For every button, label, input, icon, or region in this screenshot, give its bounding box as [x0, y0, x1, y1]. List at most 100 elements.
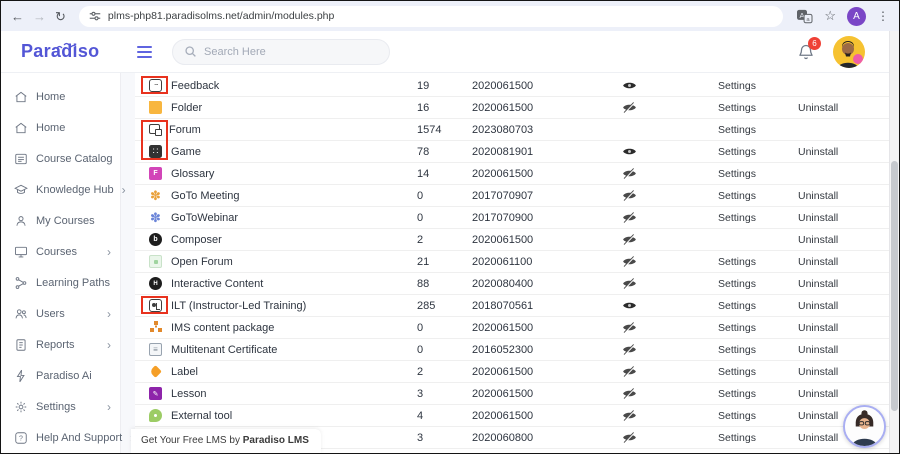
search-bar[interactable]: [172, 39, 390, 65]
home-icon: [14, 121, 28, 135]
forward-icon[interactable]: →: [33, 10, 46, 23]
path-nodes-icon: [14, 276, 28, 290]
table-row: Label22020061500SettingsUninstall: [135, 361, 889, 383]
table-row: GoTo Meeting02017070907SettingsUninstall: [135, 185, 889, 207]
table-row: Folder162020061500SettingsUninstall: [135, 97, 889, 119]
eye-slash-icon[interactable]: [622, 344, 718, 355]
sidebar-item-home[interactable]: Home: [1, 112, 120, 143]
browser-chrome: ← → ↻ plms-php81.paradisolms.net/admin/m…: [1, 1, 899, 31]
refresh-icon[interactable]: ↻: [55, 10, 66, 23]
back-icon[interactable]: ←: [11, 10, 24, 23]
module-settings-link[interactable]: Settings: [718, 212, 798, 224]
sidebar-item-label: Paradiso Ai: [36, 370, 92, 382]
module-uninstall-link[interactable]: Uninstall: [798, 344, 889, 356]
chat-assistant-avatar[interactable]: [843, 405, 886, 448]
page-scrollbar[interactable]: [889, 31, 899, 453]
ims-icon: [149, 321, 162, 334]
sidebar-item-knowledge-hub[interactable]: Knowledge Hub›: [1, 174, 120, 205]
module-settings-link[interactable]: Settings: [718, 410, 798, 422]
promo-brand-link[interactable]: Paradiso LMS: [243, 435, 309, 446]
notifications-button[interactable]: 6: [797, 42, 815, 61]
module-uninstall-link[interactable]: Uninstall: [798, 322, 889, 334]
translate-icon[interactable]: Aa: [796, 9, 813, 24]
module-uninstall-link[interactable]: Uninstall: [798, 102, 889, 114]
module-settings-link[interactable]: Settings: [718, 432, 798, 444]
module-uninstall-link[interactable]: Uninstall: [798, 212, 889, 224]
sidebar-item-help-and-support[interactable]: ?Help And Support›: [1, 422, 120, 453]
home-icon: [14, 90, 28, 104]
sidebar-item-paradiso-ai[interactable]: Paradiso Ai: [1, 360, 120, 391]
scrollbar-thumb[interactable]: [891, 161, 898, 411]
eye-slash-icon[interactable]: [622, 278, 718, 289]
search-input[interactable]: [204, 46, 364, 58]
module-name: ILT (Instructor-Led Training): [171, 300, 306, 312]
eye-slash-icon[interactable]: [622, 322, 718, 333]
eye-icon[interactable]: [622, 146, 718, 157]
eye-slash-icon[interactable]: [622, 366, 718, 377]
browser-profile-avatar[interactable]: A: [847, 7, 866, 26]
lesson-icon: [149, 387, 162, 400]
eye-slash-icon[interactable]: [622, 256, 718, 267]
chevron-right-icon: ›: [107, 400, 111, 414]
chrome-actions: Aa ☆ A ⋮: [796, 7, 889, 26]
module-name: IMS content package: [171, 322, 274, 334]
module-settings-link[interactable]: Settings: [718, 366, 798, 378]
module-settings-link[interactable]: Settings: [718, 300, 798, 312]
eye-slash-icon[interactable]: [622, 168, 718, 179]
module-uninstall-link[interactable]: Uninstall: [798, 190, 889, 202]
module-name: External tool: [171, 410, 232, 422]
eye-slash-icon[interactable]: [622, 388, 718, 399]
module-settings-link[interactable]: Settings: [718, 146, 798, 158]
chevron-right-icon: ›: [107, 338, 111, 352]
module-settings-link[interactable]: Settings: [718, 80, 798, 92]
eye-slash-icon[interactable]: [622, 190, 718, 201]
eye-slash-icon[interactable]: [622, 410, 718, 421]
eye-slash-icon[interactable]: [622, 102, 718, 113]
module-settings-link[interactable]: Settings: [718, 168, 798, 180]
sidebar-item-courses[interactable]: Courses›: [1, 236, 120, 267]
url-bar[interactable]: plms-php81.paradisolms.net/admin/modules…: [79, 6, 783, 27]
module-uninstall-link[interactable]: Uninstall: [798, 146, 889, 158]
menu-toggle-icon[interactable]: [137, 46, 152, 58]
eye-icon[interactable]: [622, 300, 718, 311]
sidebar-item-label: Knowledge Hub: [36, 184, 114, 196]
site-info-icon[interactable]: [89, 10, 101, 22]
sidebar-item-label: Help And Support: [36, 432, 122, 444]
module-uninstall-link[interactable]: Uninstall: [798, 278, 889, 290]
module-settings-link[interactable]: Settings: [718, 102, 798, 114]
sidebar-item-settings[interactable]: Settings›: [1, 391, 120, 422]
eye-slash-icon[interactable]: [622, 234, 718, 245]
help-icon: ?: [14, 431, 28, 445]
module-version: 2018070561: [472, 300, 622, 312]
module-settings-link[interactable]: Settings: [718, 124, 798, 136]
sidebar-item-reports[interactable]: Reports›: [1, 329, 120, 360]
module-uninstall-link[interactable]: Uninstall: [798, 388, 889, 400]
sidebar-item-course-catalog[interactable]: Course Catalog: [1, 143, 120, 174]
sidebar-item-my-courses[interactable]: My Courses: [1, 205, 120, 236]
module-settings-link[interactable]: Settings: [718, 190, 798, 202]
paradiso-logo[interactable]: Paradiso: [21, 41, 125, 62]
sidebar-item-users[interactable]: Users›: [1, 298, 120, 329]
browser-menu-icon[interactable]: ⋮: [877, 9, 889, 23]
user-avatar[interactable]: [833, 36, 865, 68]
module-settings-link[interactable]: Settings: [718, 256, 798, 268]
sidebar-item-home[interactable]: Home: [1, 81, 120, 112]
eye-slash-icon[interactable]: [622, 212, 718, 223]
module-uninstall-link[interactable]: Uninstall: [798, 234, 889, 246]
module-uninstall-link[interactable]: Uninstall: [798, 256, 889, 268]
module-uninstall-link[interactable]: Uninstall: [798, 300, 889, 312]
module-settings-link[interactable]: Settings: [718, 322, 798, 334]
module-version: 2020061500: [472, 80, 622, 92]
module-name: Label: [171, 366, 198, 378]
eye-icon[interactable]: [622, 80, 718, 91]
bookmark-star-icon[interactable]: ☆: [824, 8, 836, 24]
certificate-icon: [149, 343, 162, 356]
eye-slash-icon[interactable]: [622, 432, 718, 443]
sidebar-item-label: Users: [36, 308, 65, 320]
module-settings-link[interactable]: Settings: [718, 278, 798, 290]
sidebar-item-learning-paths[interactable]: Learning Paths: [1, 267, 120, 298]
table-row: External tool42020061500SettingsUninstal…: [135, 405, 889, 427]
module-settings-link[interactable]: Settings: [718, 344, 798, 356]
module-settings-link[interactable]: Settings: [718, 388, 798, 400]
module-uninstall-link[interactable]: Uninstall: [798, 366, 889, 378]
